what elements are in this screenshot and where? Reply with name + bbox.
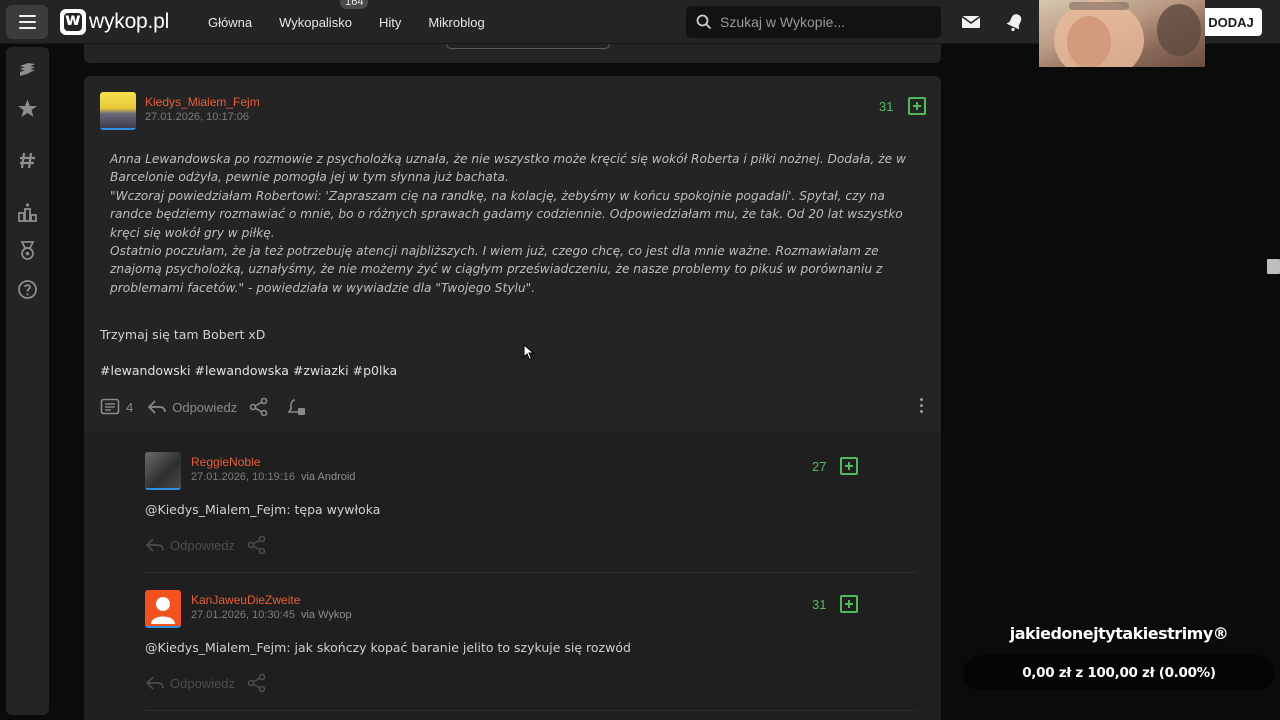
share-icon[interactable] (247, 535, 267, 555)
reply-button[interactable]: Odpowiedz (170, 676, 235, 691)
webcam-video (1039, 0, 1205, 67)
search-box[interactable] (686, 6, 941, 38)
reply-body: : jak skończy kopać baranie jelito to sz… (286, 640, 631, 655)
reply-date-line: 27.01.2026, 10:30:45 via Wykop (191, 609, 352, 621)
reply-mention[interactable]: @Kiedys_Mialem_Fejm (145, 640, 286, 655)
reply-date-line: 27.01.2026, 10:19:16 via Android (191, 471, 355, 483)
share-icon[interactable] (249, 397, 269, 417)
reply-button[interactable]: Odpowiedz (170, 538, 235, 553)
wykop-logo-icon (60, 9, 86, 35)
ranking-icon[interactable] (17, 202, 38, 223)
tag-link[interactable]: #lewandowski (100, 363, 190, 378)
upvote-plus-icon[interactable] (908, 97, 926, 115)
previous-entry-bottom (84, 44, 941, 63)
reply-actions: Odpowiedz (145, 535, 267, 555)
search-icon (696, 14, 712, 30)
reply-via: via Wykop (300, 609, 352, 621)
reply-icon[interactable] (145, 673, 165, 693)
reply-mention[interactable]: @Kiedys_Mialem_Fejm (145, 502, 286, 517)
entry-card: Kiedys_Mialem_Fejm 27.01.2026, 10:17:06 … (84, 76, 941, 720)
donation-progress-bar: 0,00 zł z 100,00 zł (0.00%) (963, 655, 1275, 691)
reply-actions: Odpowiedz (145, 673, 267, 693)
reply-button[interactable]: Odpowiedz (172, 400, 237, 415)
entry-date[interactable]: 27.01.2026, 10:17:06 (145, 111, 249, 123)
reply-icon[interactable] (145, 535, 165, 555)
logo[interactable]: wykop.pl (60, 8, 169, 36)
entry-author[interactable]: Kiedys_Mialem_Fejm (145, 95, 260, 109)
quote-paragraph: "Wczoraj powiedziałam Robertowi: 'Zapras… (110, 188, 903, 240)
page-scrollbar-thumb[interactable] (1267, 259, 1280, 274)
medal-icon[interactable] (17, 240, 38, 261)
more-options-icon[interactable] (920, 398, 924, 414)
comments-count[interactable]: 4 (126, 400, 133, 415)
reply-vote-count: 27 (812, 459, 827, 474)
reply-icon[interactable] (147, 397, 167, 417)
reply-vote-count: 31 (812, 597, 827, 612)
reply-divider (145, 710, 917, 711)
help-icon[interactable] (17, 279, 38, 300)
nav-wykopalisko-label: Wykopalisko (279, 14, 352, 30)
tag-link[interactable]: #p0lka (353, 363, 398, 378)
reply-date[interactable]: 27.01.2026, 10:30:45 (191, 609, 295, 621)
entry-tags: #lewandowski #lewandowska #zwiazki #p0lka (100, 363, 401, 378)
default-user-icon (151, 597, 175, 624)
wykopalisko-count-badge: 164 (340, 0, 369, 9)
quote-paragraph: Anna Lewandowska po rozmowie z psycholoż… (110, 152, 906, 185)
search-input[interactable] (720, 14, 920, 30)
avatar[interactable] (145, 590, 181, 628)
nav-hity[interactable]: Hity (379, 15, 401, 30)
tag-link[interactable]: #zwiazki (293, 363, 349, 378)
tag-link[interactable]: #lewandowska (194, 363, 288, 378)
avatar[interactable] (145, 452, 181, 490)
reply-text: @Kiedys_Mialem_Fejm: jak skończy kopać b… (145, 640, 631, 655)
main-nav: Główna Wykopalisko 164 Hity Mikroblog (208, 0, 512, 44)
donation-progress-text: 0,00 zł z 100,00 zł (0.00%) (1022, 665, 1216, 681)
logo-text: wykop.pl (89, 10, 170, 33)
reply-text: @Kiedys_Mialem_Fejm: tępa wywłoka (145, 502, 380, 517)
add-button[interactable]: DODAJ (1200, 8, 1262, 36)
entry-quote: Anna Lewandowska po rozmowie z psycholoż… (110, 150, 920, 297)
wykop-links-icon[interactable] (17, 60, 38, 81)
replies-list: ReggieNoble 27.01.2026, 10:19:16 via Andr… (84, 432, 941, 720)
left-sidebar (6, 47, 49, 715)
reply-divider (145, 572, 917, 573)
reply-body: : tępa wywłoka (286, 502, 381, 517)
hashtag-icon[interactable] (17, 150, 38, 171)
nav-mikroblog[interactable]: Mikroblog (428, 15, 484, 30)
avatar[interactable] (100, 92, 136, 130)
menu-button[interactable] (6, 5, 48, 39)
upvote-plus-icon[interactable] (840, 595, 858, 613)
upvote-plus-icon[interactable] (840, 457, 858, 475)
share-icon[interactable] (247, 673, 267, 693)
mouse-cursor-icon (523, 344, 535, 361)
entry-vote-count: 31 (879, 99, 894, 114)
nav-glowna[interactable]: Główna (208, 15, 252, 30)
stream-overlay-title: jakiedonejtytakiestrimy® (1009, 624, 1229, 643)
star-icon[interactable] (17, 98, 38, 119)
observe-bell-icon[interactable] (287, 397, 307, 417)
mail-icon[interactable] (961, 12, 981, 32)
entry-actions: 4 Odpowiedz (100, 396, 307, 418)
reply-via: via Android (300, 471, 356, 483)
reply-author[interactable]: ReggieNoble (191, 455, 260, 469)
nav-wykopalisko[interactable]: Wykopalisko 164 (279, 0, 369, 30)
reply-author[interactable]: KanJaweuDieZweite (191, 593, 300, 607)
reply-date[interactable]: 27.01.2026, 10:19:16 (191, 471, 295, 483)
main-feed: Kiedys_Mialem_Fejm 27.01.2026, 10:17:06 … (84, 44, 941, 720)
quote-paragraph: Ostatnio poczułam, że ja też potrzebuję … (110, 244, 883, 295)
bell-icon[interactable] (1005, 12, 1025, 32)
show-more-button[interactable] (446, 44, 610, 49)
comments-icon[interactable] (100, 397, 120, 417)
entry-body: Trzymaj się tam Bobert xD (100, 327, 266, 342)
